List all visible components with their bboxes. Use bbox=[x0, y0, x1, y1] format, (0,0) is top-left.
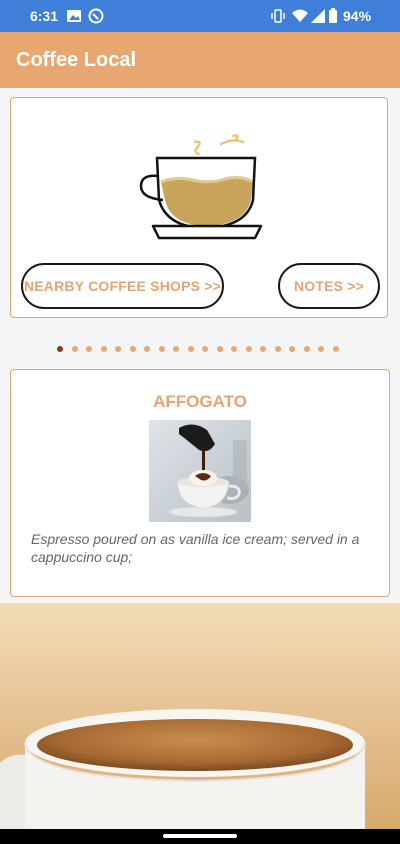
app-title: Coffee Local bbox=[16, 49, 137, 71]
page-dot[interactable] bbox=[158, 346, 165, 352]
page-dot[interactable] bbox=[231, 346, 237, 352]
page-dot[interactable] bbox=[332, 346, 339, 352]
affogato-photo bbox=[149, 420, 251, 522]
battery-icon bbox=[329, 8, 337, 23]
drink-description: Espresso poured on as vanilla ice cream;… bbox=[31, 531, 360, 565]
page-dot[interactable] bbox=[303, 346, 310, 352]
drink-name: AFFOGATO bbox=[153, 392, 247, 411]
page-dot[interactable] bbox=[86, 346, 92, 352]
page-dot[interactable] bbox=[115, 346, 121, 352]
page-dot[interactable] bbox=[260, 346, 266, 352]
vibrate-icon bbox=[271, 9, 285, 23]
coffee-cup-photo bbox=[0, 603, 400, 829]
system-nav-bar bbox=[0, 829, 400, 844]
notes-button[interactable]: NOTES >> bbox=[278, 263, 380, 309]
page-dot[interactable] bbox=[173, 346, 179, 352]
image-icon bbox=[67, 10, 81, 22]
home-gesture-handle[interactable] bbox=[163, 834, 237, 838]
page-dot[interactable] bbox=[289, 346, 295, 352]
app-bar: Coffee Local bbox=[0, 32, 400, 88]
page-dot[interactable] bbox=[216, 346, 223, 352]
page-dot[interactable] bbox=[129, 346, 136, 352]
hero-card: NEARBY COFFEE SHOPS >> NOTES >> bbox=[10, 97, 388, 318]
page-indicator[interactable] bbox=[57, 343, 347, 355]
status-bar: 6:31 94% bbox=[0, 0, 400, 32]
status-time: 6:31 bbox=[30, 8, 59, 24]
page-dot[interactable] bbox=[100, 346, 107, 352]
nearby-coffee-shops-button[interactable]: NEARBY COFFEE SHOPS >> bbox=[21, 263, 224, 309]
page-dot[interactable] bbox=[202, 346, 208, 352]
coffee-cup-icon bbox=[139, 134, 263, 240]
page-dot[interactable] bbox=[245, 346, 252, 352]
page-dot[interactable] bbox=[274, 346, 281, 352]
signal-icon bbox=[311, 9, 325, 23]
page-dot[interactable] bbox=[187, 346, 194, 352]
page-dot[interactable] bbox=[144, 346, 150, 352]
wifi-icon bbox=[292, 9, 308, 22]
page-dot[interactable] bbox=[318, 346, 324, 352]
no-disturb-icon bbox=[88, 8, 104, 24]
drink-card[interactable]: AFFOGATO Espresso poured on as vanilla i… bbox=[10, 369, 390, 597]
page-dot[interactable] bbox=[57, 346, 63, 352]
battery-percent: 94% bbox=[343, 8, 372, 24]
page-dot[interactable] bbox=[71, 346, 78, 352]
